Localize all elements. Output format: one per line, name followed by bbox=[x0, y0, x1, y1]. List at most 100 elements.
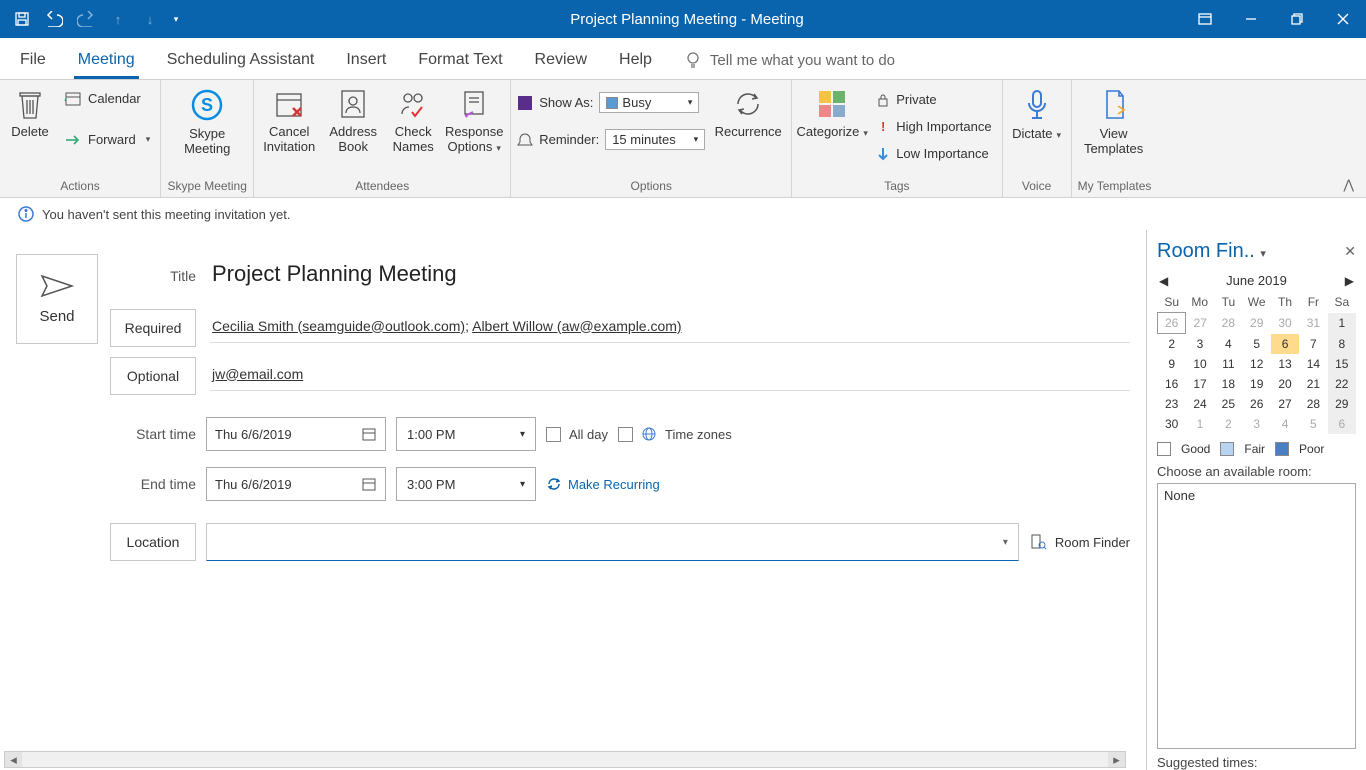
showas-icon bbox=[517, 95, 533, 111]
optional-field[interactable]: jw@email.com bbox=[210, 362, 1130, 391]
maximize-icon[interactable] bbox=[1274, 0, 1320, 38]
next-icon[interactable]: ↓ bbox=[136, 5, 164, 33]
all-day-checkbox[interactable]: All day bbox=[546, 427, 608, 442]
reminder-select[interactable]: 15 minutes ▾ bbox=[605, 129, 705, 150]
qat-more-icon[interactable]: ▾ bbox=[168, 5, 184, 33]
prev-icon[interactable]: ↑ bbox=[104, 5, 132, 33]
next-month-icon[interactable]: ▶ bbox=[1345, 274, 1354, 288]
room-finder-button[interactable]: Room Finder bbox=[1029, 533, 1130, 551]
calendar-icon bbox=[361, 426, 377, 442]
send-icon bbox=[40, 274, 74, 298]
quick-access-toolbar: ↑ ↓ ▾ bbox=[0, 5, 192, 33]
categorize-icon bbox=[816, 88, 848, 120]
start-date-picker[interactable]: Thu 6/6/2019 bbox=[206, 417, 386, 451]
info-bar: You haven't sent this meeting invitation… bbox=[0, 198, 1366, 230]
info-text: You haven't sent this meeting invitation… bbox=[42, 207, 290, 222]
tell-me-placeholder: Tell me what you want to do bbox=[710, 52, 895, 69]
tab-file[interactable]: File bbox=[16, 41, 50, 79]
tab-help[interactable]: Help bbox=[615, 41, 656, 79]
categorize-button[interactable]: Categorize bbox=[798, 84, 866, 141]
forward-button[interactable]: Forward bbox=[60, 130, 154, 149]
end-time-label: End time bbox=[110, 476, 196, 492]
group-attendees: Cancel Invitation Address Book Check Nam… bbox=[254, 80, 511, 197]
start-time-picker[interactable]: 1:00 PM▾ bbox=[396, 417, 536, 451]
info-icon bbox=[18, 206, 34, 222]
group-options: Show As: Busy ▾ Reminder: 15 minutes ▾ bbox=[511, 80, 792, 197]
recipient[interactable]: jw@email.com bbox=[212, 366, 303, 382]
tab-meeting[interactable]: Meeting bbox=[74, 41, 139, 79]
required-button[interactable]: Required bbox=[110, 309, 196, 347]
tab-insert[interactable]: Insert bbox=[342, 41, 390, 79]
ribbon: Delete Calendar Forward Actions S Skype … bbox=[0, 80, 1366, 198]
showas-select[interactable]: Busy ▾ bbox=[599, 92, 699, 113]
legend: Good Fair Poor bbox=[1157, 434, 1356, 464]
titlebar: ↑ ↓ ▾ Project Planning Meeting - Meeting bbox=[0, 0, 1366, 38]
location-button[interactable]: Location bbox=[110, 523, 196, 561]
recipient[interactable]: Cecilia Smith (seamguide@outlook.com) bbox=[212, 318, 465, 334]
high-importance-button[interactable]: ! High Importance bbox=[872, 117, 995, 136]
dictate-button[interactable]: Dictate bbox=[1009, 84, 1065, 143]
low-importance-button[interactable]: Low Importance bbox=[872, 144, 995, 163]
tab-review[interactable]: Review bbox=[531, 41, 591, 79]
start-time-label: Start time bbox=[110, 426, 196, 442]
pane-title: Room Fin.. ▾ bbox=[1157, 240, 1266, 263]
skype-icon: S bbox=[190, 88, 224, 122]
private-button[interactable]: Private bbox=[872, 90, 995, 109]
calendar-button[interactable]: Calendar bbox=[60, 88, 154, 108]
group-voice: Dictate Voice bbox=[1003, 80, 1072, 197]
recipient[interactable]: Albert Willow (aw@example.com) bbox=[472, 318, 681, 334]
title-field[interactable]: Project Planning Meeting bbox=[210, 257, 1130, 295]
delete-button[interactable]: Delete bbox=[6, 84, 54, 139]
horizontal-scrollbar[interactable]: ◂▸ bbox=[4, 751, 1126, 768]
bulb-icon bbox=[684, 51, 702, 69]
cancel-invitation-button[interactable]: Cancel Invitation bbox=[260, 84, 318, 154]
ribbon-display-icon[interactable] bbox=[1182, 0, 1228, 38]
view-templates-button[interactable]: View Templates bbox=[1078, 84, 1150, 156]
timezones-checkbox[interactable]: Time zones bbox=[618, 426, 732, 442]
reminder-label: Reminder: bbox=[539, 132, 599, 147]
optional-button[interactable]: Optional bbox=[110, 357, 196, 395]
calendar-grid[interactable]: SuMoTuWeThFrSa 2627282930311234567891011… bbox=[1157, 292, 1356, 434]
skype-meeting-button[interactable]: S Skype Meeting bbox=[167, 84, 247, 156]
end-time-picker[interactable]: 3:00 PM▾ bbox=[396, 467, 536, 501]
showas-label: Show As: bbox=[539, 95, 593, 110]
required-field[interactable]: Cecilia Smith (seamguide@outlook.com); A… bbox=[210, 314, 1130, 343]
close-icon[interactable] bbox=[1320, 0, 1366, 38]
calendar-icon bbox=[64, 90, 82, 106]
calendar-month: June 2019 bbox=[1226, 273, 1287, 288]
tell-me-search[interactable]: Tell me what you want to do bbox=[680, 41, 899, 79]
recurrence-button[interactable]: Recurrence bbox=[711, 84, 785, 139]
pane-close-icon[interactable]: ✕ bbox=[1344, 243, 1356, 260]
available-rooms-list[interactable]: None bbox=[1157, 483, 1356, 749]
recurrence-icon bbox=[546, 476, 562, 492]
make-recurring-button[interactable]: Make Recurring bbox=[546, 476, 660, 492]
high-importance-icon: ! bbox=[876, 119, 890, 134]
group-skype: S Skype Meeting Skype Meeting bbox=[161, 80, 254, 197]
minimize-icon[interactable] bbox=[1228, 0, 1274, 38]
room-item-none[interactable]: None bbox=[1164, 488, 1349, 503]
check-names-button[interactable]: Check Names bbox=[388, 84, 438, 154]
send-button[interactable]: Send bbox=[16, 254, 98, 344]
prev-month-icon[interactable]: ◀ bbox=[1159, 274, 1168, 288]
low-importance-icon bbox=[876, 147, 890, 161]
group-templates: View Templates My Templates bbox=[1072, 80, 1158, 197]
lock-icon bbox=[876, 93, 890, 107]
ribbon-tabs: File Meeting Scheduling Assistant Insert… bbox=[0, 38, 1366, 80]
undo-icon[interactable] bbox=[40, 5, 68, 33]
window-controls bbox=[1182, 0, 1366, 38]
collapse-ribbon-icon[interactable]: ⋀ bbox=[1331, 173, 1366, 197]
window-title: Project Planning Meeting - Meeting bbox=[192, 11, 1182, 28]
address-book-button[interactable]: Address Book bbox=[324, 84, 382, 154]
tab-format[interactable]: Format Text bbox=[414, 41, 506, 79]
location-field[interactable]: ▾ bbox=[206, 523, 1019, 561]
redo-icon[interactable] bbox=[72, 5, 100, 33]
tab-scheduling[interactable]: Scheduling Assistant bbox=[163, 41, 319, 79]
forward-icon bbox=[64, 133, 82, 147]
main: Send Title Project Planning Meeting Requ… bbox=[0, 230, 1366, 770]
globe-icon bbox=[641, 426, 657, 442]
response-options-button[interactable]: Response Options bbox=[444, 84, 504, 156]
end-date-picker[interactable]: Thu 6/6/2019 bbox=[206, 467, 386, 501]
mic-icon bbox=[1023, 88, 1051, 122]
save-icon[interactable] bbox=[8, 5, 36, 33]
recurrence-icon bbox=[732, 88, 764, 120]
